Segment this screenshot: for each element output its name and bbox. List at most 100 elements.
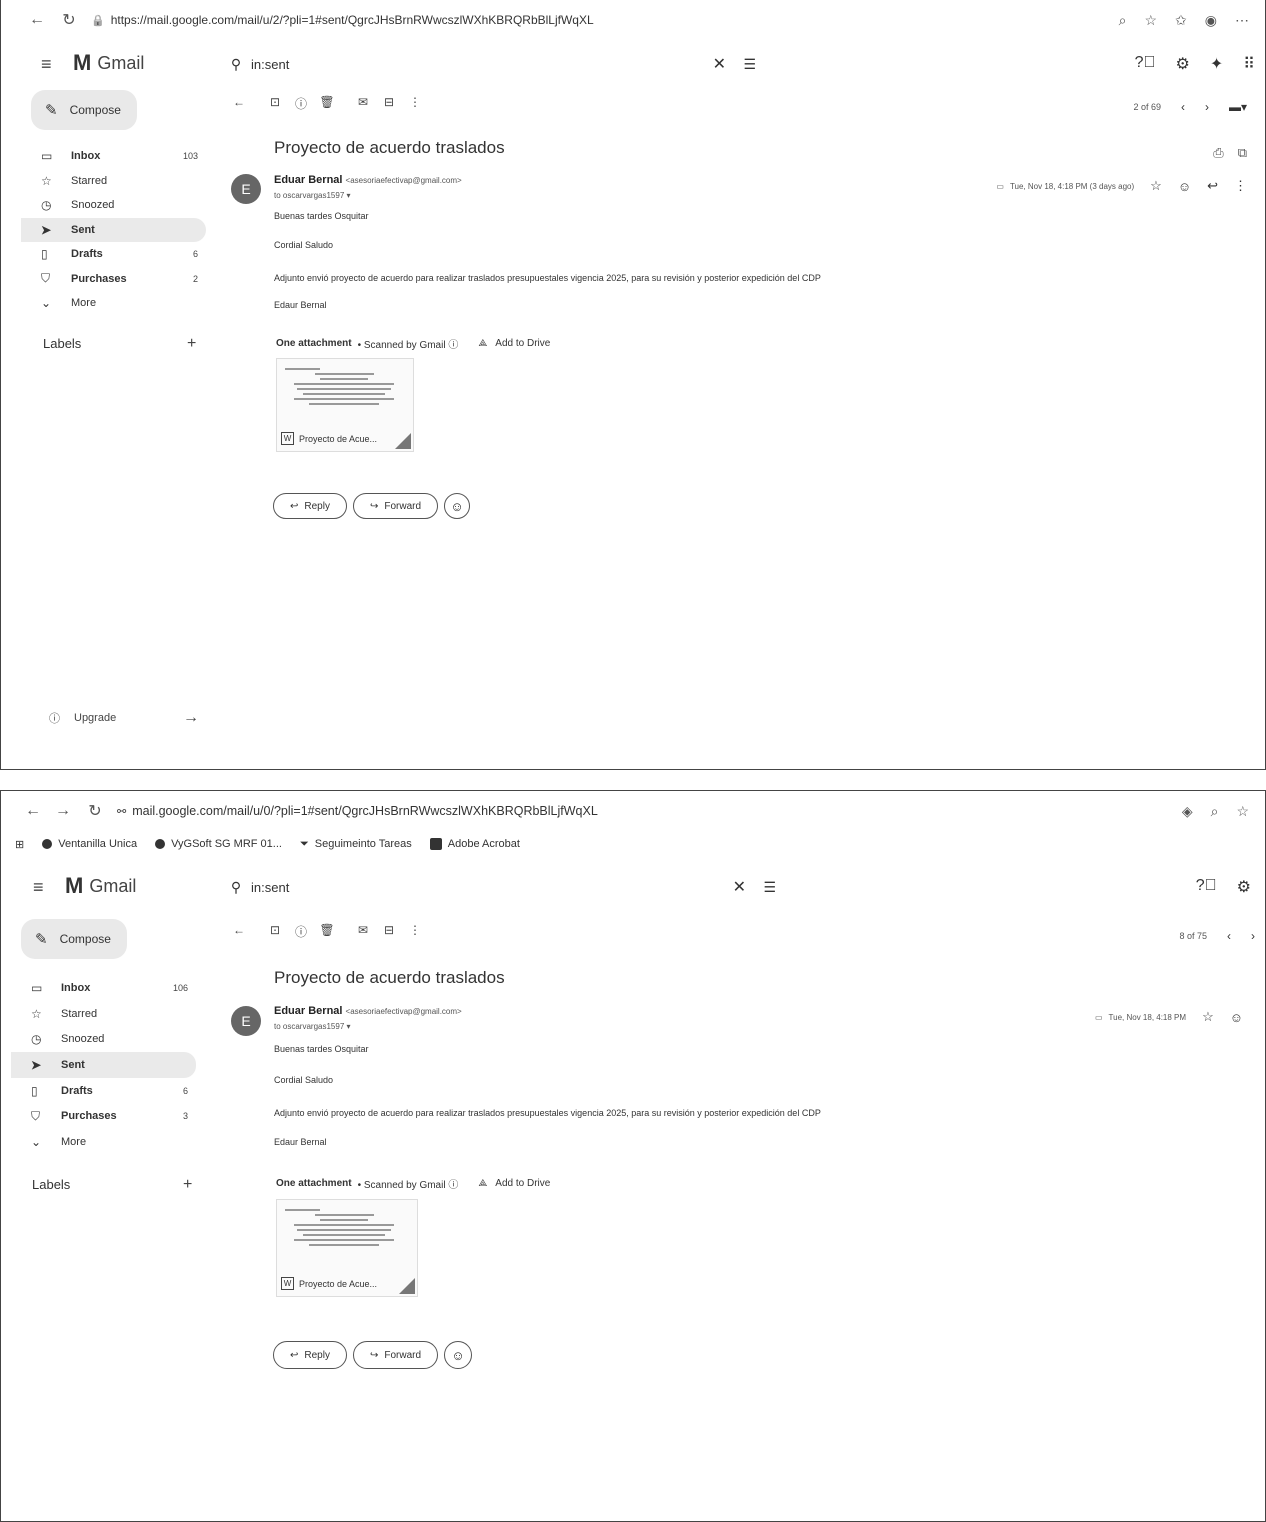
- sidebar-item-purchases[interactable]: ⛉ Purchases 3: [11, 1103, 196, 1129]
- sidebar-item-snoozed[interactable]: ◷ Snoozed: [21, 193, 206, 218]
- reply-button[interactable]: ↩ Reply: [273, 1341, 347, 1369]
- back-to-list-icon[interactable]: ←: [226, 923, 252, 940]
- search-icon[interactable]: ⚲: [221, 879, 251, 896]
- forward-button[interactable]: ↪ Forward: [352, 493, 439, 519]
- delete-icon[interactable]: 🗑: [314, 923, 340, 940]
- search-bar[interactable]: ⚲ in:sent ✕ ☰: [221, 869, 786, 905]
- main-menu-icon[interactable]: ≡: [33, 877, 44, 898]
- emoji-react-icon[interactable]: ☺: [1178, 179, 1191, 194]
- newer-icon[interactable]: ‹: [1181, 100, 1185, 114]
- reply-icon[interactable]: ↩: [1207, 178, 1218, 194]
- sender-name[interactable]: Eduar Bernal: [274, 1005, 342, 1017]
- bookmark-vygsoft[interactable]: VyGSoft SG MRF 01...: [155, 838, 282, 850]
- search-options-icon[interactable]: ☰: [743, 56, 756, 73]
- forward-nav-icon[interactable]: →: [51, 802, 75, 820]
- recipient-details[interactable]: to oscarvargas1597 ▾: [274, 191, 351, 200]
- sidebar-item-purchases[interactable]: ⛉ Purchases 2: [21, 267, 206, 292]
- settings-icon[interactable]: ⚙: [1237, 877, 1251, 897]
- reload-icon[interactable]: ↻: [57, 10, 81, 30]
- help-icon[interactable]: ?⃝: [1135, 54, 1156, 74]
- move-to-icon[interactable]: ⊟: [376, 923, 402, 940]
- sidebar-item-inbox[interactable]: ▭ Inbox 103: [21, 144, 206, 169]
- attachment-thumbnail[interactable]: W Proyecto de Acue...: [276, 358, 414, 452]
- sidebar-item-starred[interactable]: ☆ Starred: [21, 169, 206, 194]
- eye-icon[interactable]: ◈: [1182, 803, 1193, 820]
- search-input[interactable]: in:sent: [251, 880, 289, 895]
- mark-unread-icon[interactable]: ✉: [350, 95, 376, 112]
- sidebar-item-drafts[interactable]: ▯ Drafts 6: [11, 1078, 196, 1104]
- gmail-logo[interactable]: M Gmail: [65, 873, 136, 899]
- input-tools-icon[interactable]: ▬▾: [1229, 100, 1247, 114]
- archive-icon[interactable]: ⊡: [262, 95, 288, 112]
- add-to-drive-button[interactable]: ⟁ Add to Drive: [478, 1178, 550, 1189]
- sidebar-item-more[interactable]: ⌄ More: [11, 1129, 196, 1155]
- back-icon[interactable]: ←: [21, 802, 45, 820]
- clear-search-icon[interactable]: ✕: [733, 877, 746, 897]
- search-bar[interactable]: ⚲ in:sent ✕ ☰: [221, 46, 766, 82]
- forward-button[interactable]: ↪ Forward: [352, 1341, 439, 1369]
- star-icon[interactable]: ☆: [1150, 178, 1162, 194]
- apps-icon[interactable]: ⠿: [1243, 54, 1255, 74]
- gmail-logo[interactable]: M Gmail: [73, 50, 144, 76]
- newer-icon[interactable]: ‹: [1227, 929, 1231, 943]
- favorites-icon[interactable]: ✩: [1175, 12, 1187, 29]
- main-menu-icon[interactable]: ≡: [41, 54, 52, 75]
- report-spam-icon[interactable]: ⓘ: [288, 95, 314, 112]
- compose-button[interactable]: ✎ Compose: [31, 90, 137, 130]
- bookmark-star-icon[interactable]: ☆: [1144, 12, 1157, 29]
- profile-icon[interactable]: ◉: [1205, 12, 1217, 29]
- reply-button[interactable]: ↩ Reply: [273, 493, 347, 519]
- zoom-icon[interactable]: ⌕: [1119, 12, 1127, 29]
- help-icon[interactable]: ?⃝: [1196, 877, 1217, 897]
- reload-icon[interactable]: ↻: [83, 801, 107, 821]
- more-actions-icon[interactable]: ⋮: [402, 923, 428, 940]
- avatar[interactable]: E: [231, 1006, 261, 1036]
- zoom-icon[interactable]: ⌕: [1211, 803, 1219, 820]
- older-icon[interactable]: ›: [1251, 929, 1255, 943]
- address-bar[interactable]: 🔒 https://mail.google.com/mail/u/2/?pli=1…: [91, 13, 594, 27]
- compose-button[interactable]: ✎ Compose: [21, 919, 127, 959]
- sidebar-item-inbox[interactable]: ▭ Inbox 106: [11, 975, 196, 1001]
- search-options-icon[interactable]: ☰: [763, 879, 776, 896]
- star-icon[interactable]: ☆: [1202, 1009, 1214, 1025]
- apps-grid-icon[interactable]: ⊞: [15, 838, 24, 851]
- sidebar-item-drafts[interactable]: ▯ Drafts 6: [21, 242, 206, 267]
- add-label-icon[interactable]: +: [187, 335, 196, 353]
- address-bar[interactable]: ⚯ mail.google.com/mail/u/0/?pli=1#sent/Qg…: [117, 804, 598, 818]
- report-spam-icon[interactable]: ⓘ: [288, 923, 314, 940]
- settings-icon[interactable]: ⚙: [1176, 54, 1190, 74]
- search-icon[interactable]: ⚲: [221, 56, 251, 73]
- emoji-react-icon[interactable]: ☺: [1230, 1010, 1243, 1025]
- recipient-details[interactable]: to oscarvargas1597 ▾: [274, 1022, 351, 1031]
- more-options-icon[interactable]: ⋮: [1234, 178, 1247, 194]
- add-to-drive-button[interactable]: ⟁ Add to Drive: [478, 338, 550, 349]
- sidebar-item-starred[interactable]: ☆ Starred: [11, 1001, 196, 1027]
- add-label-icon[interactable]: +: [183, 1176, 192, 1194]
- sender-name[interactable]: Eduar Bernal: [274, 174, 342, 186]
- sidebar-item-snoozed[interactable]: ◷ Snoozed: [11, 1026, 196, 1052]
- older-icon[interactable]: ›: [1205, 100, 1209, 114]
- print-icon[interactable]: ⎙: [1213, 145, 1223, 161]
- mark-unread-icon[interactable]: ✉: [350, 923, 376, 940]
- avatar[interactable]: E: [231, 174, 261, 204]
- sidebar-item-more[interactable]: ⌄ More: [21, 291, 206, 316]
- sidebar-item-sent[interactable]: ➤ Sent: [21, 217, 206, 242]
- open-new-window-icon[interactable]: ⧉: [1238, 145, 1247, 161]
- search-input[interactable]: in:sent: [251, 57, 289, 72]
- emoji-button[interactable]: ☺: [444, 493, 471, 519]
- bookmark-star-icon[interactable]: ☆: [1236, 803, 1249, 820]
- attachment-thumbnail[interactable]: W Proyecto de Acue...: [276, 1199, 418, 1297]
- gemini-icon[interactable]: ✦: [1210, 54, 1223, 74]
- more-actions-icon[interactable]: ⋮: [402, 95, 428, 112]
- emoji-button[interactable]: ☺: [444, 1341, 473, 1369]
- clear-search-icon[interactable]: ✕: [713, 54, 726, 74]
- sidebar-item-sent[interactable]: ➤ Sent: [11, 1052, 196, 1078]
- upgrade-button[interactable]: ⓘ Upgrade →: [49, 709, 199, 726]
- delete-icon[interactable]: 🗑: [314, 95, 340, 112]
- back-icon[interactable]: ←: [25, 11, 49, 29]
- move-to-icon[interactable]: ⊟: [376, 95, 402, 112]
- bookmark-ventanilla[interactable]: Ventanilla Unica: [42, 838, 137, 850]
- back-to-list-icon[interactable]: ←: [226, 95, 252, 112]
- archive-icon[interactable]: ⊡: [262, 923, 288, 940]
- bookmark-seguimiento[interactable]: ⏷ Seguimeinto Tareas: [300, 838, 412, 851]
